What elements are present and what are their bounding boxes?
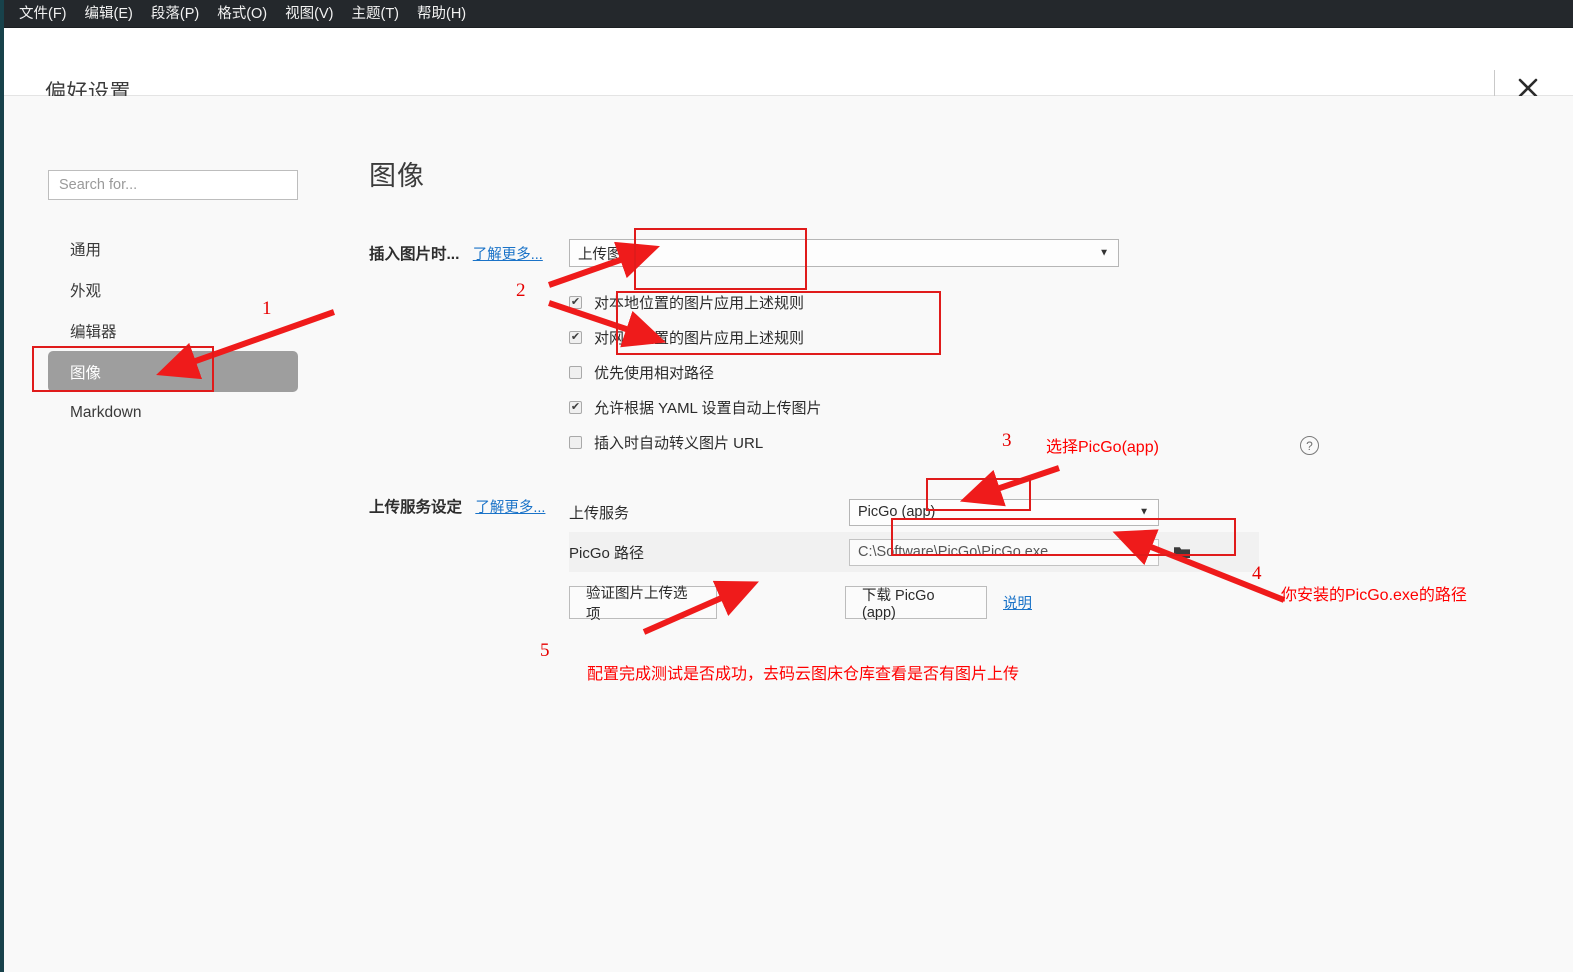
insert-image-section: 插入图片时... 了解更多... 上传图片 ▼ 对本地位置的图片应用上述规则 xyxy=(369,239,1519,460)
checkbox-prefer-relative-path[interactable]: 优先使用相对路径 xyxy=(569,355,1519,390)
folder-icon[interactable] xyxy=(1173,545,1191,560)
upload-service-row-label: 上传服务 xyxy=(569,504,630,522)
sidebar-item-editor[interactable]: 编辑器 xyxy=(48,310,298,351)
instructions-link[interactable]: 说明 xyxy=(1003,592,1032,613)
picgo-path-row-label: PicGo 路径 xyxy=(569,544,645,562)
checkbox-local-rule[interactable]: 对本地位置的图片应用上述规则 xyxy=(569,285,1519,320)
upload-service-row-control: PicGo (app) ▼ xyxy=(849,498,1259,526)
checkbox-indicator xyxy=(569,436,582,449)
sidebar-item-label: 图像 xyxy=(70,364,102,382)
preferences-content: 通用 外观 编辑器 图像 Markdown 图像 xyxy=(4,96,1573,968)
checkbox-yaml-auto-upload[interactable]: 允许根据 YAML 设置自动上传图片 xyxy=(569,390,1519,425)
search-input[interactable] xyxy=(48,170,298,200)
insert-image-label-group: 插入图片时... 了解更多... xyxy=(369,239,569,460)
sidebar: 通用 外观 编辑器 图像 Markdown xyxy=(48,170,298,433)
sidebar-item-label: 编辑器 xyxy=(70,323,117,341)
upload-service-section: 上传服务设定 了解更多... 上传服务 PicGo (app) ▼ PicGo … xyxy=(369,492,1519,623)
checkbox-auto-escape-url[interactable]: 插入时自动转义图片 URL xyxy=(569,425,1519,460)
insert-action-select[interactable]: 上传图片 ▼ xyxy=(569,239,1119,267)
picgo-path-input[interactable] xyxy=(849,538,1159,566)
checkbox-label: 插入时自动转义图片 URL xyxy=(594,435,764,452)
chevron-down-icon: ▼ xyxy=(1099,247,1109,259)
upload-actions-row: 验证图片上传选项 下载 PicGo (app) 说明 xyxy=(569,586,1519,623)
learn-more-link-upload[interactable]: 了解更多... xyxy=(475,500,545,516)
checkbox-label: 对网络位置的图片应用上述规则 xyxy=(594,330,805,347)
sidebar-item-general[interactable]: 通用 xyxy=(48,228,298,269)
upload-service-row: 上传服务 PicGo (app) ▼ xyxy=(569,492,1259,532)
sidebar-item-label: Markdown xyxy=(70,403,142,421)
sidebar-item-appearance[interactable]: 外观 xyxy=(48,269,298,310)
checkbox-indicator xyxy=(569,296,582,309)
upload-service-grid: 上传服务 PicGo (app) ▼ PicGo 路径 xyxy=(569,492,1259,572)
menu-file[interactable]: 文件(F) xyxy=(10,0,76,28)
sidebar-item-label: 外观 xyxy=(70,282,102,300)
menu-paragraph[interactable]: 段落(P) xyxy=(142,0,208,28)
upload-service-label-group: 上传服务设定 了解更多... xyxy=(369,492,569,619)
insert-action-value: 上传图片 xyxy=(578,246,636,263)
preferences-window: 文件(F) 编辑(E) 段落(P) 格式(O) 视图(V) 主题(T) 帮助(H… xyxy=(0,0,1573,972)
menu-theme[interactable]: 主题(T) xyxy=(342,0,408,28)
upload-service-fields: 上传服务 PicGo (app) ▼ PicGo 路径 C:\Software\… xyxy=(569,492,1519,623)
help-circle-icon[interactable]: ? xyxy=(1300,436,1319,455)
checkbox-label: 优先使用相对路径 xyxy=(594,365,715,382)
checkbox-indicator xyxy=(569,401,582,414)
picgo-path-row-control xyxy=(849,538,1259,566)
sidebar-nav: 通用 外观 编辑器 图像 Markdown xyxy=(48,228,298,433)
menu-edit[interactable]: 编辑(E) xyxy=(76,0,142,28)
checkbox-indicator xyxy=(569,331,582,344)
checkbox-network-rule[interactable]: 对网络位置的图片应用上述规则 xyxy=(569,320,1519,355)
upload-service-label: 上传服务设定 xyxy=(369,499,463,516)
verify-upload-options-button[interactable]: 验证图片上传选项 xyxy=(569,586,717,623)
menu-view[interactable]: 视图(V) xyxy=(276,0,342,28)
sidebar-item-label: 通用 xyxy=(70,241,102,259)
section-heading-image: 图像 xyxy=(369,161,425,191)
sidebar-item-image[interactable]: 图像 xyxy=(48,351,298,392)
picgo-path-row: PicGo 路径 xyxy=(569,532,1259,572)
checkbox-label: 允许根据 YAML 设置自动上传图片 xyxy=(594,400,822,417)
upload-service-select[interactable]: PicGo (app) ▼ xyxy=(849,498,1159,526)
image-settings-panel: 图像 插入图片时... 了解更多... 上传图片 ▼ 对本地位置的图片应用上述规… xyxy=(369,154,1519,623)
upload-service-value: PicGo (app) xyxy=(858,504,936,520)
menu-bar: 文件(F) 编辑(E) 段落(P) 格式(O) 视图(V) 主题(T) 帮助(H… xyxy=(4,0,1573,28)
checkbox-indicator xyxy=(569,366,582,379)
download-picgo-button[interactable]: 下载 PicGo (app) xyxy=(845,586,987,621)
insert-image-label: 插入图片时... xyxy=(369,246,460,263)
menu-help[interactable]: 帮助(H) xyxy=(408,0,475,28)
checkbox-label: 对本地位置的图片应用上述规则 xyxy=(594,295,805,312)
sidebar-item-markdown[interactable]: Markdown xyxy=(48,392,298,433)
dialog-title-bar: 偏好设置 xyxy=(4,28,1573,106)
chevron-down-icon: ▼ xyxy=(1139,506,1149,518)
menu-format[interactable]: 格式(O) xyxy=(208,0,276,28)
learn-more-link-insert[interactable]: 了解更多... xyxy=(473,247,543,263)
insert-image-fields: 上传图片 ▼ 对本地位置的图片应用上述规则 对网络位置的图片应用上述规则 xyxy=(569,239,1519,460)
